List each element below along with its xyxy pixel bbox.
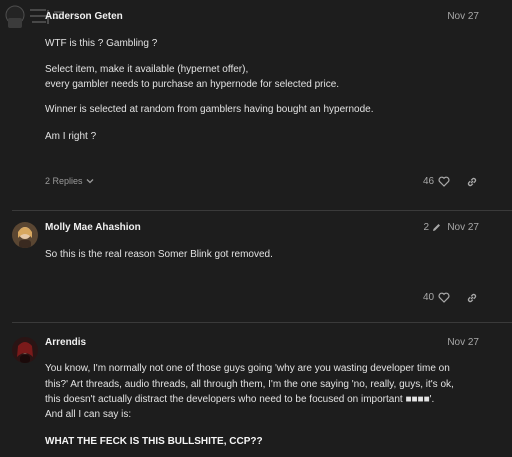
post-2: Molly Mae Ahashion 2 Nov 27 So this is t… [0,211,512,321]
post-text: WTF is this ? Gambling ? [45,38,158,49]
edit-count: 2 [423,222,429,233]
heart-icon [438,176,450,187]
heart-icon [438,292,450,303]
like-count: 46 [423,176,435,187]
post-text: You know, I'm normally not one of those … [45,363,450,374]
post-author[interactable]: Molly Mae Ahashion [45,222,141,233]
post-text: And all I can say is: [45,409,132,420]
post-author[interactable]: Arrendis [45,337,86,348]
post-author[interactable]: Anderson Geten [45,11,123,22]
post-1: Anderson Geten Nov 27 WTF is this ? Gamb… [0,0,512,210]
pencil-icon [432,223,441,232]
post-text: So this is the real reason Somer Blink g… [45,249,273,260]
post-date[interactable]: Nov 27 [447,222,479,233]
post-text: Select item, make it available (hypernet… [45,64,249,75]
post-text: every gambler needs to purchase an hyper… [45,79,340,90]
link-icon[interactable] [466,292,478,304]
like-button[interactable]: 40 [423,292,450,303]
replies-label: 2 Replies [45,176,83,186]
avatar[interactable] [12,222,38,248]
link-icon[interactable] [466,176,478,188]
replies-toggle[interactable]: 2 Replies [45,176,94,186]
edit-history-button[interactable]: 2 [423,222,441,233]
avatar[interactable] [12,337,38,363]
post-3: Arrendis Nov 27 You know, I'm normally n… [0,323,512,457]
topic-thread: Anderson Geten Nov 27 WTF is this ? Gamb… [0,0,512,457]
post-date[interactable]: Nov 27 [447,337,479,348]
post-text: WHAT THE FECK IS THIS BULLSHITE, CCP?? [45,436,263,447]
post-text: this?' Art threads, audio threads, all t… [45,379,454,390]
post-text: Am I right ? [45,131,97,142]
post-text: Winner is selected at random from gamble… [45,104,374,115]
post-text: this doesn't actually distract the devel… [45,394,435,405]
post-date[interactable]: Nov 27 [447,11,479,22]
like-count: 40 [423,292,435,303]
like-button[interactable]: 46 [423,176,450,187]
chevron-down-icon [86,177,94,185]
